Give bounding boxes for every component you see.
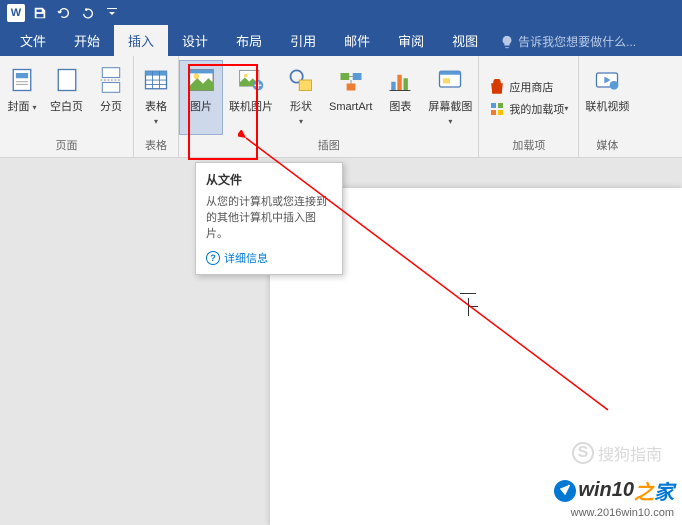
watermark-icon: S	[572, 442, 594, 464]
tab-references[interactable]: 引用	[276, 25, 330, 56]
ribbon-tabs: 文件 开始 插入 设计 布局 引用 邮件 审阅 视图 告诉我您想要做什么...	[0, 26, 682, 56]
tell-me-label: 告诉我您想要做什么...	[518, 33, 636, 50]
addins-icon	[489, 101, 505, 117]
redo-icon[interactable]	[78, 3, 98, 23]
smartart-button[interactable]: SmartArt	[323, 60, 378, 135]
screenshot-icon	[434, 64, 466, 96]
group-addins: 应用商店 我的加载项 ▾ 加载项	[479, 56, 579, 157]
tab-home[interactable]: 开始	[60, 25, 114, 56]
group-tables-label: 表格	[134, 135, 178, 155]
online-video-icon	[591, 64, 623, 96]
cover-page-icon	[6, 64, 38, 96]
blank-page-icon	[51, 64, 83, 96]
tell-me-search[interactable]: 告诉我您想要做什么...	[492, 27, 644, 56]
online-pictures-icon	[235, 64, 267, 96]
group-addins-label: 加载项	[479, 135, 578, 155]
group-pages-label: 页面	[0, 135, 133, 155]
screentip-title: 从文件	[206, 171, 332, 188]
branding-logo: win10之家 www.2016win10.com	[554, 476, 674, 519]
table-icon	[140, 64, 172, 96]
page-break-icon	[95, 64, 127, 96]
smartart-icon	[335, 64, 367, 96]
group-media: 联机视频 媒体	[579, 56, 635, 157]
online-pictures-button[interactable]: 联机图片	[223, 60, 279, 135]
tab-review[interactable]: 审阅	[384, 25, 438, 56]
cover-page-button[interactable]: 封面 ▾	[0, 60, 44, 135]
branding-url: www.2016win10.com	[554, 507, 674, 519]
logo-ball-icon	[554, 480, 576, 502]
group-pages: 封面 ▾ 空白页 分页 页面	[0, 56, 134, 157]
chart-button[interactable]: 图表	[378, 60, 422, 135]
word-app-icon[interactable]: W	[6, 3, 26, 23]
screentip-more-link[interactable]: ? 详细信息	[206, 250, 332, 266]
lightbulb-icon	[500, 35, 514, 49]
tab-design[interactable]: 设计	[168, 25, 222, 56]
group-tables: 表格▾ 表格	[134, 56, 179, 157]
app-store-button[interactable]: 应用商店	[485, 76, 572, 98]
pictures-icon	[185, 64, 217, 96]
undo-icon[interactable]	[54, 3, 74, 23]
help-icon: ?	[206, 251, 220, 265]
tab-insert[interactable]: 插入	[114, 25, 168, 56]
shapes-icon	[285, 64, 317, 96]
store-icon	[489, 79, 505, 95]
save-icon[interactable]	[30, 3, 50, 23]
screenshot-button[interactable]: 屏幕截图▾	[422, 60, 478, 135]
tab-view[interactable]: 视图	[438, 25, 492, 56]
page-break-button[interactable]: 分页	[89, 60, 133, 135]
quick-access-toolbar: W	[0, 0, 682, 26]
screentip-description: 从您的计算机或您连接到的其他计算机中插入图片。	[206, 194, 332, 242]
online-video-button[interactable]: 联机视频	[579, 60, 635, 135]
table-button[interactable]: 表格▾	[134, 60, 178, 135]
group-media-label: 媒体	[579, 135, 635, 155]
qat-customize-icon[interactable]	[102, 3, 122, 23]
pictures-button[interactable]: 图片	[179, 60, 223, 135]
tab-file[interactable]: 文件	[6, 25, 60, 56]
ribbon: 封面 ▾ 空白页 分页 页面 表格▾ 表格 图片	[0, 56, 682, 158]
group-illustrations: 图片 联机图片 形状▾ SmartArt 图表 屏幕截图▾	[179, 56, 479, 157]
tab-mailings[interactable]: 邮件	[330, 25, 384, 56]
screentip: 从文件 从您的计算机或您连接到的其他计算机中插入图片。 ? 详细信息	[195, 162, 343, 275]
tab-layout[interactable]: 布局	[222, 25, 276, 56]
shapes-button[interactable]: 形状▾	[279, 60, 323, 135]
watermark: S 搜狗指南	[572, 441, 662, 465]
text-cursor	[468, 298, 469, 316]
chart-icon	[384, 64, 416, 96]
my-addins-button[interactable]: 我的加载项 ▾	[485, 98, 572, 120]
group-illustrations-label: 插图	[179, 135, 478, 155]
blank-page-button[interactable]: 空白页	[44, 60, 89, 135]
